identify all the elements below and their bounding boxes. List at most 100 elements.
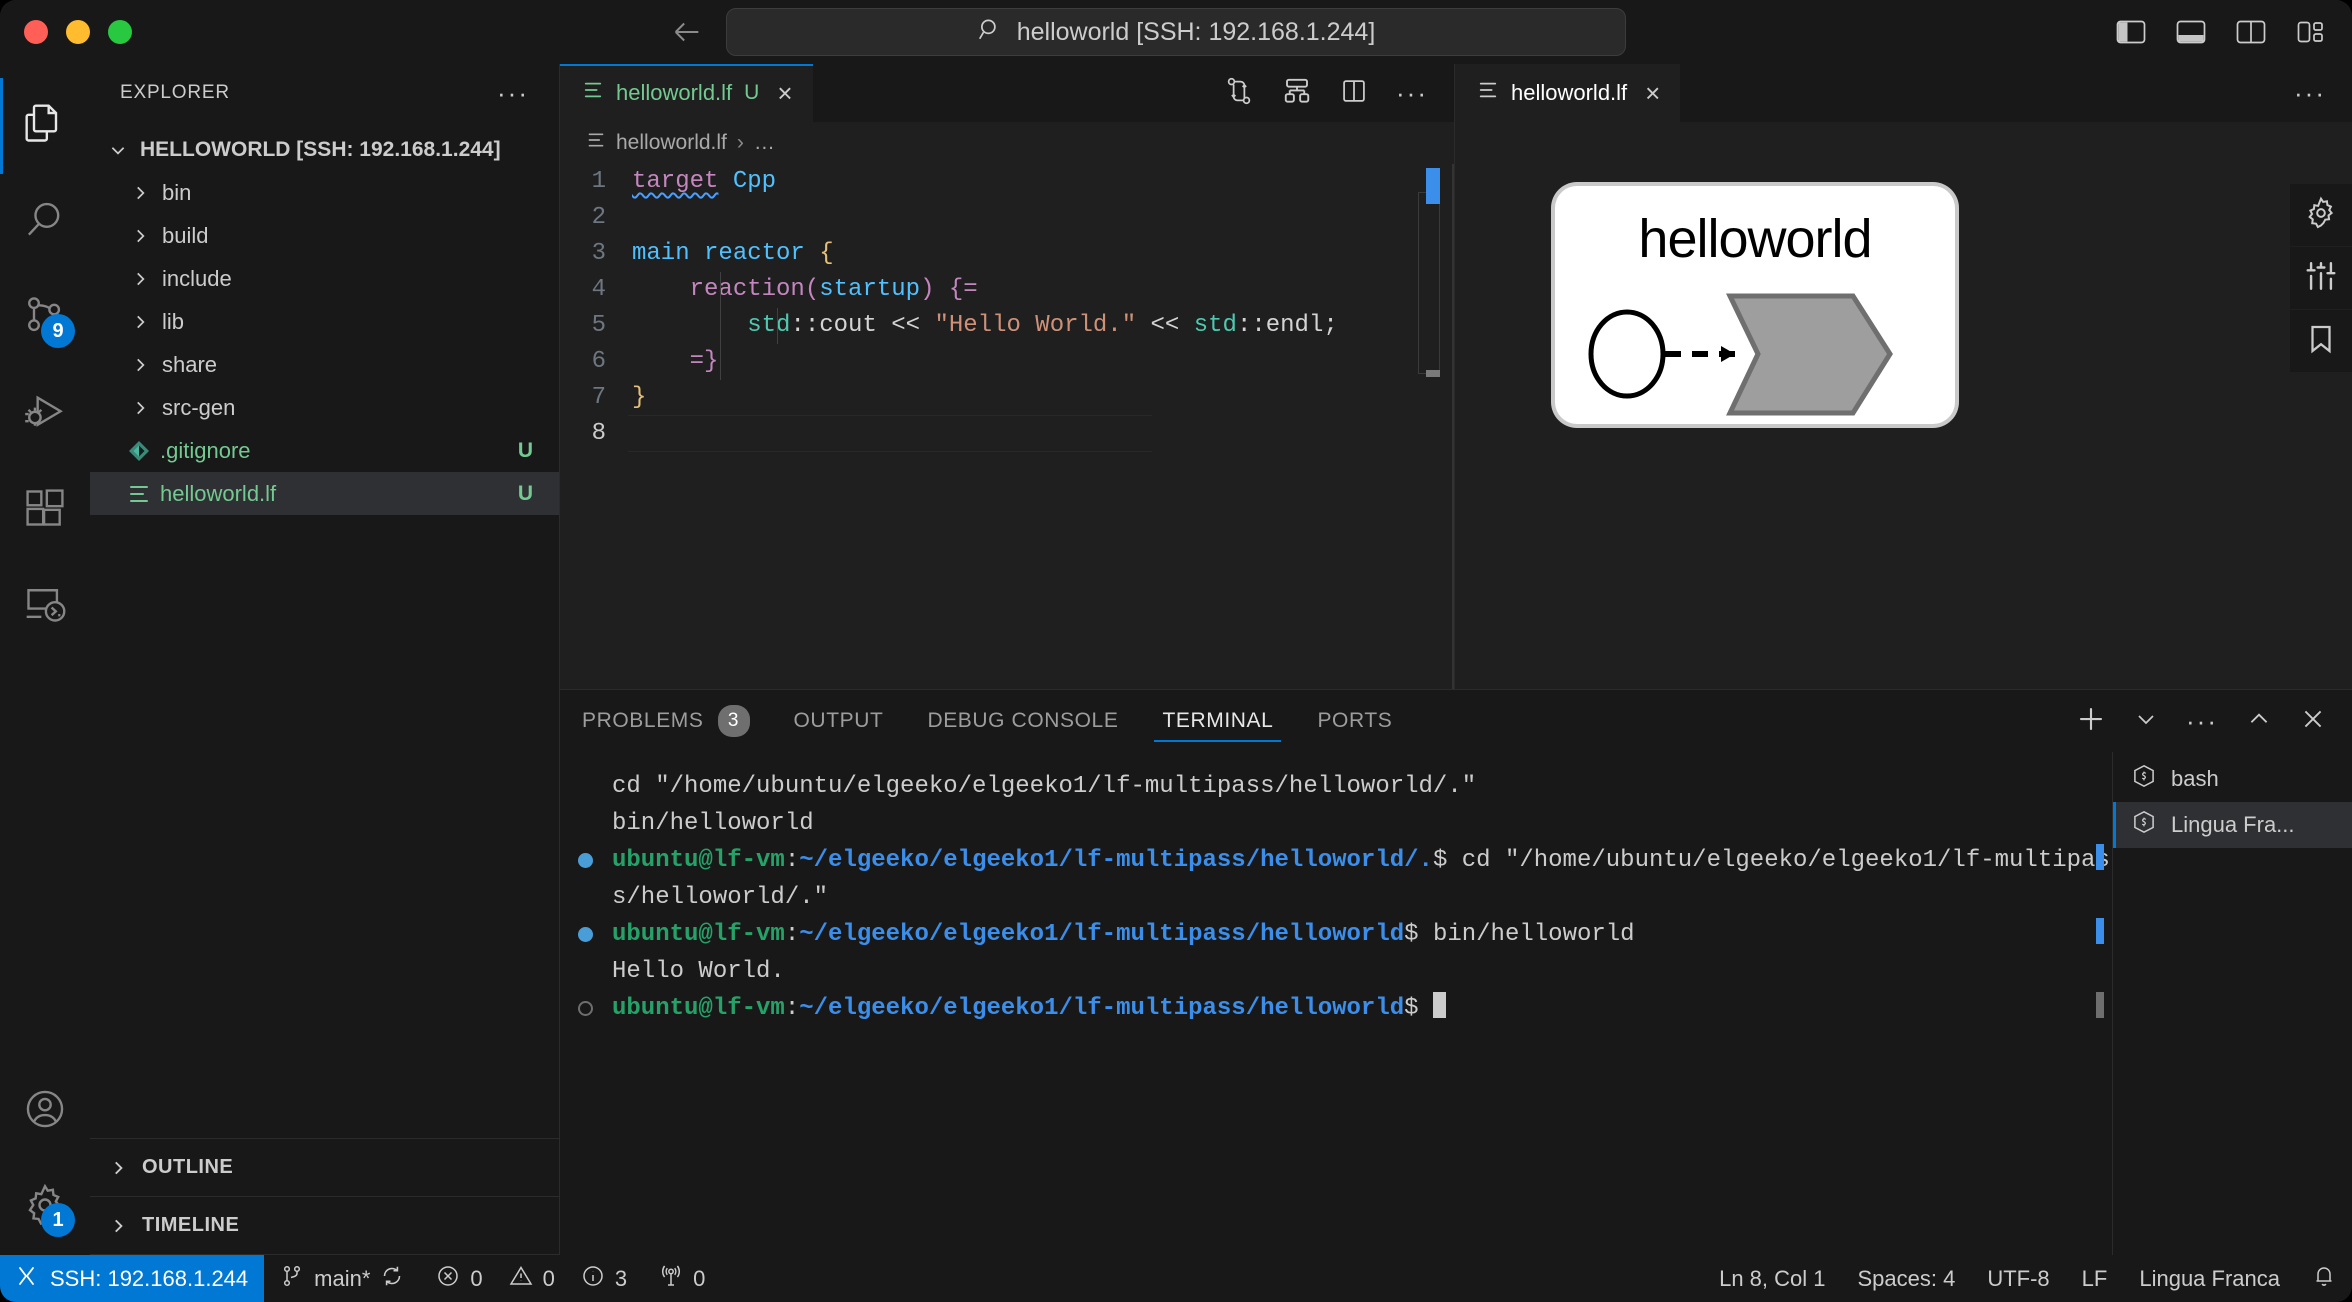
breadcrumb-rest[interactable]: …: [754, 131, 775, 155]
line-number: 7: [560, 380, 632, 416]
compare-changes-icon[interactable]: [1224, 76, 1254, 111]
tab-helloworld-lf[interactable]: helloworld.lf U ×: [560, 64, 813, 122]
status-notifications[interactable]: [2296, 1264, 2352, 1294]
command-decoration-icon[interactable]: [578, 1001, 593, 1016]
maximize-panel-icon[interactable]: [2246, 706, 2272, 737]
code-lines[interactable]: 1target Cpp23main reactor {4 reaction(st…: [560, 164, 1454, 452]
tree-item-helloworld-lf[interactable]: helloworld.lf U: [90, 472, 559, 515]
toggle-panel-icon[interactable]: [2176, 19, 2206, 45]
outline-section[interactable]: OUTLINE: [90, 1139, 559, 1197]
close-panel-icon[interactable]: [2300, 706, 2326, 737]
terminal-tab-lingua-franca[interactable]: Lingua Fra...: [2113, 802, 2352, 848]
toggle-primary-sidebar-icon[interactable]: [2116, 19, 2146, 45]
info-icon: [581, 1264, 605, 1294]
diagram-preview[interactable]: helloworld: [1455, 122, 2352, 689]
status-eol[interactable]: LF: [2066, 1266, 2124, 1292]
editor-tabs-right: helloworld.lf × ···: [1455, 64, 2352, 122]
tree-item-label: helloworld.lf: [160, 481, 276, 507]
tab-debug-console[interactable]: DEBUG CONSOLE: [905, 690, 1140, 752]
file-tree[interactable]: HELLOWORLD [SSH: 192.168.1.244] bin buil…: [90, 122, 559, 1138]
tab-terminal[interactable]: TERMINAL: [1140, 690, 1295, 752]
sidebar-item-explorer[interactable]: [0, 78, 90, 174]
status-remote-label: SSH: 192.168.1.244: [50, 1266, 248, 1292]
sidebar-item-source-control[interactable]: 9: [0, 270, 90, 366]
terminal-segment: $: [1404, 995, 1433, 1022]
diagram-sliders-button[interactable]: [2290, 247, 2352, 309]
sidebar-title: EXPLORER: [120, 82, 230, 104]
sidebar-item-remote-explorer[interactable]: [0, 558, 90, 654]
tree-item-include[interactable]: include: [90, 257, 559, 300]
close-window-button[interactable]: [24, 20, 48, 44]
panel-tab-label: TERMINAL: [1162, 709, 1273, 733]
terminal-output[interactable]: cd "/home/ubuntu/elgeeko/elgeeko1/lf-mul…: [560, 752, 2112, 1255]
tree-item-gitignore[interactable]: .gitignore U: [90, 429, 559, 472]
close-icon[interactable]: ×: [1645, 80, 1660, 106]
arrow-left-icon[interactable]: [670, 15, 704, 49]
tree-item-src-gen[interactable]: src-gen: [90, 386, 559, 429]
split-editor-icon[interactable]: [1340, 77, 1368, 110]
tab-ports[interactable]: PORTS: [1295, 690, 1414, 752]
code-editor[interactable]: 1target Cpp23main reactor {4 reaction(st…: [560, 164, 1454, 689]
status-ports[interactable]: 0: [643, 1255, 721, 1302]
toggle-secondary-sidebar-icon[interactable]: [2236, 19, 2266, 45]
terminal-segment: :: [785, 847, 799, 874]
overview-ruler[interactable]: [1418, 164, 1440, 689]
status-problems[interactable]: 0 0 3: [420, 1255, 643, 1302]
tree-item-lib[interactable]: lib: [90, 300, 559, 343]
breadcrumb-file[interactable]: helloworld.lf: [616, 131, 727, 155]
line-text[interactable]: =}: [632, 344, 718, 380]
diagram-toolbar: [2290, 184, 2352, 373]
tab-problems[interactable]: PROBLEMS 3: [560, 690, 772, 752]
status-language-mode[interactable]: Lingua Franca: [2123, 1266, 2296, 1292]
line-text[interactable]: std::cout << "Hello World." << std::endl…: [632, 308, 1338, 344]
terminal-dropdown-icon[interactable]: [2134, 707, 2158, 736]
window-controls[interactable]: [0, 20, 132, 44]
terminal-tab-bash[interactable]: bash: [2113, 756, 2352, 802]
new-terminal-icon[interactable]: [2076, 704, 2106, 739]
tree-item-bin[interactable]: bin: [90, 171, 559, 214]
status-remote-indicator[interactable]: SSH: 192.168.1.244: [0, 1255, 264, 1302]
manage-settings-button[interactable]: 1: [0, 1159, 90, 1255]
tree-item-share[interactable]: share: [90, 343, 559, 386]
sidebar-item-search[interactable]: [0, 174, 90, 270]
status-warnings-count: 0: [543, 1266, 555, 1292]
close-icon[interactable]: ×: [777, 80, 792, 106]
minimize-window-button[interactable]: [66, 20, 90, 44]
status-encoding[interactable]: UTF-8: [1971, 1266, 2065, 1292]
terminal-tab-list[interactable]: bash Lingua Fra...: [2112, 752, 2352, 1255]
timeline-section[interactable]: TIMELINE: [90, 1197, 559, 1255]
tree-root-folder[interactable]: HELLOWORLD [SSH: 192.168.1.244]: [90, 128, 559, 171]
maximize-window-button[interactable]: [108, 20, 132, 44]
panel-action-buttons: ···: [2076, 690, 2352, 752]
editor-scrollbar[interactable]: [1452, 164, 1454, 689]
customize-layout-icon[interactable]: [2296, 19, 2326, 45]
line-text[interactable]: }: [632, 380, 646, 416]
quick-open-search[interactable]: helloworld [SSH: 192.168.1.244]: [726, 8, 1626, 56]
accounts-button[interactable]: [0, 1063, 90, 1159]
status-branch[interactable]: main*: [264, 1255, 420, 1302]
line-text[interactable]: target Cpp: [632, 164, 776, 200]
reactor-diagram-card[interactable]: helloworld: [1555, 186, 1955, 424]
sync-icon[interactable]: [380, 1264, 404, 1294]
command-decoration-icon[interactable]: [578, 927, 593, 942]
tree-item-build[interactable]: build: [90, 214, 559, 257]
sidebar-item-extensions[interactable]: [0, 462, 90, 558]
status-indentation[interactable]: Spaces: 4: [1841, 1266, 1971, 1292]
tab-helloworld-lf-diagram[interactable]: helloworld.lf ×: [1455, 64, 1680, 122]
code-token: (: [805, 276, 819, 303]
diagram-options-button[interactable]: [2290, 184, 2352, 246]
status-ports-count: 0: [693, 1266, 705, 1292]
line-text[interactable]: reaction(startup) {=: [632, 272, 978, 308]
show-diagram-icon[interactable]: [1282, 76, 1312, 111]
sidebar-item-run-debug[interactable]: [0, 366, 90, 462]
code-token: main: [632, 240, 690, 267]
terminal-scroll-decorations[interactable]: [2094, 752, 2104, 1255]
command-decoration-icon[interactable]: [578, 853, 593, 868]
diagram-bookmark-button[interactable]: [2290, 310, 2352, 372]
breadcrumb[interactable]: helloworld.lf › …: [560, 122, 1454, 164]
tab-output[interactable]: OUTPUT: [772, 690, 906, 752]
status-indentation-label: Spaces: 4: [1857, 1266, 1955, 1292]
terminal-cursor: [1433, 992, 1446, 1018]
status-editor-position[interactable]: Ln 8, Col 1: [1703, 1266, 1841, 1292]
line-text[interactable]: main reactor {: [632, 236, 834, 272]
